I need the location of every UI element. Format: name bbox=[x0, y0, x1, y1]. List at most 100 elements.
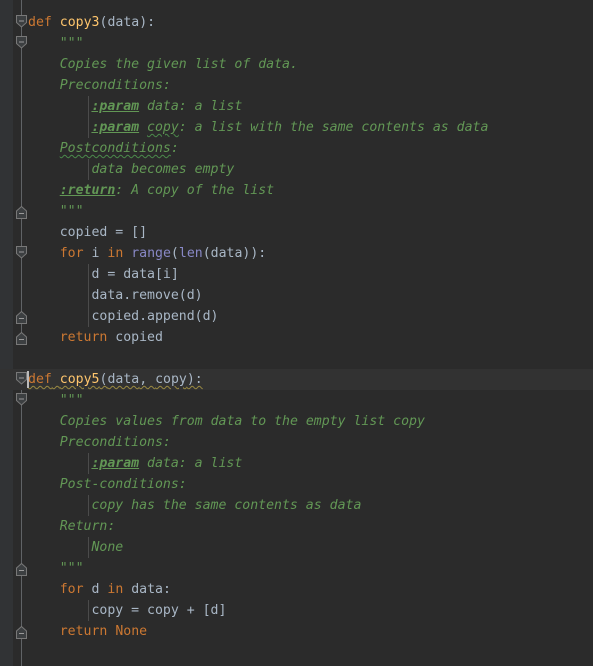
code-line-text: return copied bbox=[60, 327, 163, 348]
fold-collapse-def-copy3[interactable] bbox=[15, 15, 28, 28]
code-token: copied = [] bbox=[59, 225, 148, 240]
code-line-text: def copy5(data, copy): bbox=[28, 369, 203, 390]
fold-rail bbox=[21, 638, 22, 666]
code-line[interactable]: """ bbox=[0, 558, 593, 579]
code-editor[interactable]: def copy3(data): """ Copies the given list… bbox=[0, 0, 593, 666]
code-token: data bbox=[107, 15, 140, 30]
code-line-text: :return: A copy of the list bbox=[60, 180, 274, 201]
code-line[interactable]: Copies values from data to the empty lis… bbox=[0, 411, 593, 432]
code-line-text: Preconditions: bbox=[60, 432, 171, 453]
code-token: Post-conditions: bbox=[59, 477, 187, 492]
code-line-text: Postconditions: bbox=[60, 138, 179, 159]
code-line-text: Copies the given list of data. bbox=[60, 54, 298, 75]
code-token: : a list with the same contents as data bbox=[178, 120, 489, 135]
code-line[interactable]: :param copy: a list with the same conten… bbox=[0, 117, 593, 138]
code-token: ): bbox=[139, 15, 156, 30]
code-line-text: Copies values from data to the empty lis… bbox=[60, 411, 425, 432]
code-line[interactable]: """ bbox=[0, 201, 593, 222]
code-token: """ bbox=[59, 36, 84, 51]
code-token: return bbox=[59, 330, 108, 345]
code-line-text: :param copy: a list with the same conten… bbox=[91, 117, 488, 138]
code-text-area[interactable]: def copy3(data): """ Copies the given list… bbox=[0, 0, 593, 666]
code-line[interactable]: Postconditions: bbox=[0, 138, 593, 159]
fold-end-for-loop-copy3[interactable] bbox=[15, 311, 28, 324]
code-line[interactable]: for d in data: bbox=[0, 579, 593, 600]
code-line[interactable]: Post-conditions: bbox=[0, 474, 593, 495]
code-line[interactable]: copy = copy + [d] bbox=[0, 600, 593, 621]
code-line[interactable]: """ bbox=[0, 390, 593, 411]
code-line-text: data becomes empty bbox=[91, 159, 234, 180]
code-line[interactable]: data.remove(d) bbox=[0, 285, 593, 306]
fold-collapse-docstring-copy3[interactable] bbox=[15, 36, 28, 49]
code-line-text: for d in data: bbox=[60, 579, 171, 600]
code-line-text: Preconditions: bbox=[60, 75, 171, 96]
fold-collapse-for-loop-copy3[interactable] bbox=[15, 246, 28, 259]
code-line-text: Post-conditions: bbox=[60, 474, 187, 495]
code-token: :param bbox=[91, 99, 140, 114]
code-token: copied.append(d) bbox=[91, 309, 219, 324]
code-token: : A copy of the list bbox=[115, 183, 275, 198]
code-line[interactable]: d = data[i] bbox=[0, 264, 593, 285]
code-line[interactable]: copied = [] bbox=[0, 222, 593, 243]
code-token: copy5 bbox=[59, 372, 100, 387]
code-token: data: bbox=[123, 582, 171, 597]
fold-end-def-copy5[interactable] bbox=[15, 626, 28, 639]
code-line[interactable]: Copies the given list of data. bbox=[0, 54, 593, 75]
code-line-text: :param data: a list bbox=[91, 96, 242, 117]
code-token: d = data[i] bbox=[91, 267, 179, 282]
code-line[interactable]: copy has the same contents as data bbox=[0, 495, 593, 516]
code-token: :param bbox=[91, 456, 140, 471]
code-line-text: Return: bbox=[60, 516, 116, 537]
code-line[interactable]: for i in range(len(data)): bbox=[0, 243, 593, 264]
code-line[interactable]: Preconditions: bbox=[0, 432, 593, 453]
code-token: : bbox=[170, 141, 179, 156]
fold-end-def-copy3[interactable] bbox=[15, 332, 28, 345]
code-line[interactable]: def copy5(data, copy): bbox=[0, 369, 593, 390]
code-token: """ bbox=[59, 204, 84, 219]
code-line[interactable]: None bbox=[0, 537, 593, 558]
code-line-text: """ bbox=[60, 558, 84, 579]
code-token: range bbox=[131, 246, 171, 261]
code-token: """ bbox=[59, 561, 84, 576]
code-line[interactable]: :param data: a list bbox=[0, 96, 593, 117]
code-line-text: """ bbox=[60, 33, 84, 54]
code-line[interactable]: Preconditions: bbox=[0, 75, 593, 96]
fold-collapse-def-copy5[interactable] bbox=[15, 372, 28, 385]
fold-end-docstring-copy3[interactable] bbox=[15, 206, 28, 219]
fold-end-docstring-copy5[interactable] bbox=[15, 563, 28, 576]
code-line-text: def copy3(data): bbox=[28, 12, 155, 33]
code-token: copied bbox=[107, 330, 163, 345]
code-line-text: :param data: a list bbox=[91, 453, 242, 474]
code-token: ): bbox=[186, 372, 203, 387]
code-token: Copies the given list of data. bbox=[59, 57, 298, 72]
code-line[interactable] bbox=[0, 348, 593, 369]
code-token: data becomes empty bbox=[91, 162, 235, 177]
code-line[interactable]: :param data: a list bbox=[0, 453, 593, 474]
code-token: return bbox=[59, 624, 108, 639]
code-token: , bbox=[139, 372, 156, 387]
code-token: ( bbox=[170, 246, 179, 261]
code-line-text: copied = [] bbox=[60, 222, 147, 243]
code-token: def bbox=[28, 15, 52, 30]
code-line[interactable]: Return: bbox=[0, 516, 593, 537]
code-line[interactable]: data becomes empty bbox=[0, 159, 593, 180]
code-line[interactable]: :return: A copy of the list bbox=[0, 180, 593, 201]
code-line-text: copy = copy + [d] bbox=[91, 600, 226, 621]
fold-collapse-docstring-copy5[interactable] bbox=[15, 393, 28, 406]
code-token: (data)): bbox=[202, 246, 267, 261]
code-token: Postconditions bbox=[59, 141, 171, 156]
code-line[interactable]: return copied bbox=[0, 327, 593, 348]
code-line-text: for i in range(len(data)): bbox=[60, 243, 267, 264]
code-line[interactable]: def copy3(data): bbox=[0, 12, 593, 33]
code-token: data: a list bbox=[139, 99, 243, 114]
code-line[interactable]: return None bbox=[0, 621, 593, 642]
code-token: copy has the same contents as data bbox=[91, 498, 362, 513]
code-token: data bbox=[107, 372, 140, 387]
code-line[interactable]: """ bbox=[0, 33, 593, 54]
code-token: None bbox=[91, 540, 124, 555]
code-line-text: copied.append(d) bbox=[91, 306, 218, 327]
code-token: for bbox=[59, 246, 84, 261]
code-token: copy = copy + [d] bbox=[91, 603, 227, 618]
code-line[interactable]: copied.append(d) bbox=[0, 306, 593, 327]
